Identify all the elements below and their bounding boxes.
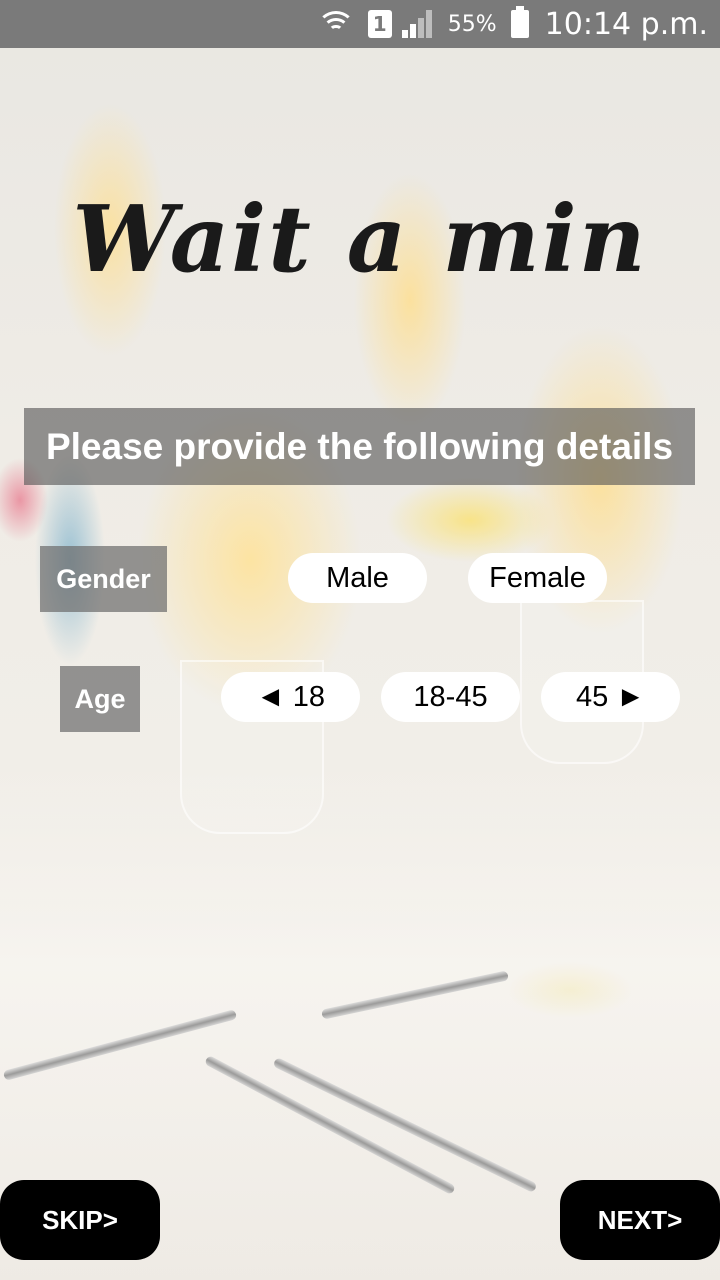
battery-percent: 55% [447, 11, 497, 37]
clock: 10:14 p.m. [544, 6, 708, 42]
age-18-45-button[interactable]: 18-45 [381, 672, 520, 722]
age-over-45-button[interactable]: 45 ► [541, 672, 680, 722]
age-under-18-button[interactable]: ◄ 18 [221, 672, 360, 722]
gender-female-button[interactable]: Female [468, 553, 607, 603]
wifi-icon [316, 11, 355, 37]
page-title: Wait a min [72, 185, 648, 293]
instruction-banner: Please provide the following details [24, 408, 695, 485]
gender-label: Gender [40, 546, 167, 612]
status-bar: 1 55% 10:14 p.m. [0, 0, 720, 48]
gender-male-button[interactable]: Male [288, 553, 427, 603]
skip-button[interactable]: SKIP> [0, 1180, 160, 1260]
next-button[interactable]: NEXT> [560, 1180, 720, 1260]
battery-icon [510, 6, 529, 38]
signal-icon [401, 10, 436, 38]
sim-icon: 1 [367, 10, 392, 38]
age-label: Age [60, 666, 140, 732]
